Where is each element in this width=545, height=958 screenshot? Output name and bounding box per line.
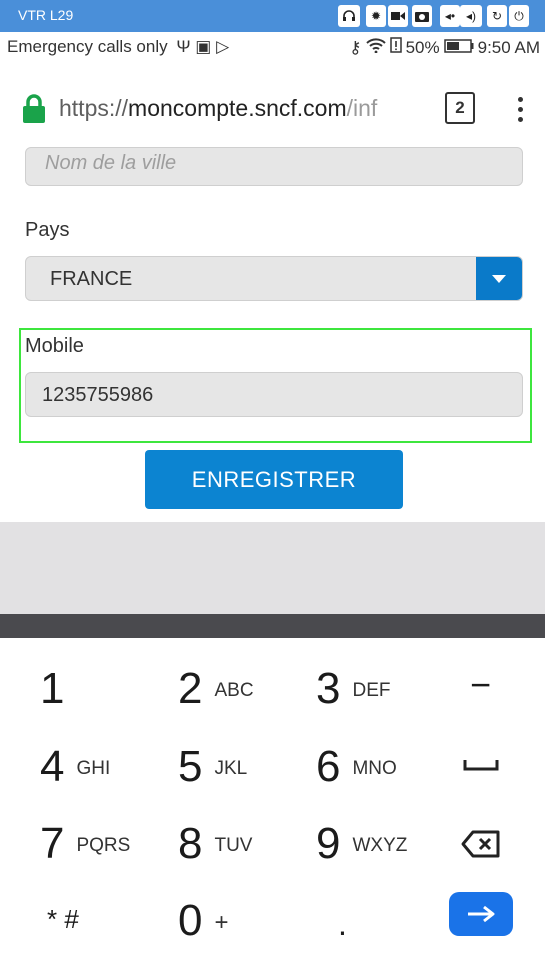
wifi-icon	[365, 37, 386, 58]
url-host: moncompte.sncf.com	[128, 95, 347, 121]
key-icon: ⚷	[349, 37, 362, 57]
clock: 9:50 AM	[477, 37, 540, 57]
video-icon[interactable]	[388, 5, 408, 27]
power-icon[interactable]: ⏻	[509, 5, 529, 27]
tab-switcher-button[interactable]: 2	[445, 92, 475, 124]
lock-icon[interactable]	[22, 94, 46, 129]
sim-alert-icon	[389, 37, 402, 58]
city-placeholder: Nom de la ville	[45, 152, 177, 174]
key-1[interactable]: 1	[40, 664, 64, 714]
key-7[interactable]: 7 PQRS	[40, 819, 130, 869]
camera-icon[interactable]	[412, 5, 432, 27]
volume-down-icon[interactable]: ◂•	[440, 5, 460, 27]
country-select[interactable]: FRANCE	[25, 256, 523, 301]
arrow-right-icon	[468, 905, 495, 923]
mobile-input[interactable]: 1235755986	[25, 372, 523, 417]
chevron-down-icon[interactable]	[476, 257, 522, 300]
tab-count: 2	[455, 98, 465, 117]
overflow-menu-icon[interactable]	[515, 97, 525, 127]
key-0[interactable]: 0 +	[178, 896, 229, 946]
headset-icon[interactable]	[338, 5, 360, 27]
battery-icon	[443, 38, 474, 58]
browser-toolbar: https://moncompte.sncf.com/inf 2	[0, 62, 545, 153]
save-button[interactable]: ENREGISTRER	[145, 450, 403, 509]
key-6[interactable]: 6 MNO	[316, 742, 397, 792]
url-path: /inf	[346, 95, 378, 121]
battery-percent: 50%	[405, 37, 440, 57]
url-bar[interactable]: https://moncompte.sncf.com/inf	[59, 95, 424, 122]
numeric-keypad: 1 2 ABC 3 DEF − 4 GHI 5 JKL 6 MNO 7 PQRS 8 TUV …	[0, 638, 545, 958]
web-page: Nom de la ville Pays FRANCE Mobile 12357…	[0, 147, 545, 522]
rotate-icon[interactable]: ↻	[487, 5, 507, 27]
device-name: VTR L29	[18, 7, 74, 23]
device-toolbar: VTR L29 ✹ ◂• ◂) ↻ ⏻	[0, 0, 545, 32]
key-4[interactable]: 4 GHI	[40, 742, 110, 792]
image-notification-icon: ▣	[195, 37, 212, 56]
keyboard-top-bar	[0, 614, 545, 638]
status-bar: Emergency calls only Ψ ▣ ▷ ⚷ 50% 9:50 AM	[0, 32, 545, 62]
space-key[interactable]	[463, 758, 499, 772]
key-3[interactable]: 3 DEF	[316, 664, 390, 714]
key-star-hash[interactable]: * #	[47, 904, 79, 935]
key-9[interactable]: 9 WXYZ	[316, 819, 407, 869]
country-label: Pays	[25, 219, 70, 241]
page-bottom-area	[0, 522, 545, 614]
volume-up-icon[interactable]: ◂)	[460, 5, 482, 27]
mobile-label: Mobile	[25, 335, 84, 357]
space-icon	[463, 760, 499, 771]
enter-button[interactable]	[449, 892, 513, 936]
url-scheme: https://	[59, 95, 129, 121]
key-8[interactable]: 8 TUV	[178, 819, 252, 869]
key-5[interactable]: 5 JKL	[178, 742, 247, 792]
backspace-key[interactable]	[461, 830, 501, 858]
country-value: FRANCE	[50, 268, 133, 290]
mobile-value: 1235755986	[42, 384, 154, 406]
settings-icon[interactable]: ✹	[366, 5, 386, 27]
key-minus[interactable]: −	[470, 664, 491, 706]
key-2[interactable]: 2 ABC	[178, 664, 254, 714]
usb-icon: Ψ	[176, 37, 191, 56]
network-status-text: Emergency calls only	[7, 37, 168, 56]
city-input[interactable]: Nom de la ville	[25, 147, 523, 186]
backspace-icon	[461, 830, 500, 858]
play-store-icon: ▷	[216, 37, 230, 56]
key-dot[interactable]: .	[338, 906, 347, 943]
